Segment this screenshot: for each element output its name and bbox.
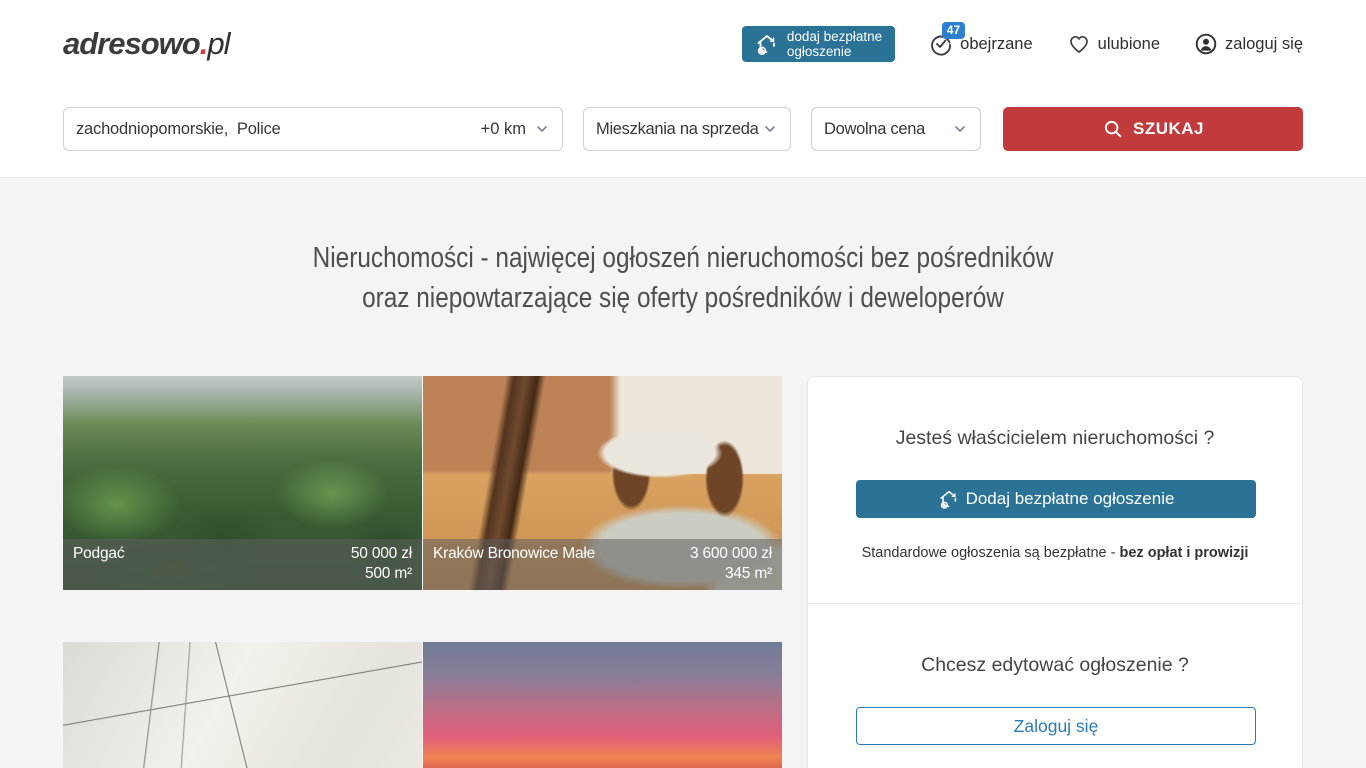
viewed-label: obejrzane — [960, 35, 1032, 54]
price-value: Dowolna cena — [824, 120, 925, 139]
listing-overlay: Kraków Bronowice Małe 3 600 000 zł 345 m… — [423, 539, 782, 590]
listing-location: Podgać — [73, 544, 124, 564]
header: adresowo.pl dodaj bezpłatne ogłoszenie — [0, 0, 1366, 88]
login-label: zaloguj się — [1225, 35, 1303, 54]
listing-card[interactable]: Łódź Widzew, ul... 750 000 zł — [423, 642, 782, 768]
search-submit-button[interactable]: SZUKAJ — [1003, 107, 1303, 151]
sidebar-add-listing-label: Dodaj bezpłatne ogłoszenie — [966, 489, 1175, 509]
site-logo[interactable]: adresowo.pl — [63, 26, 229, 62]
favorites-label: ulubione — [1098, 35, 1160, 54]
location-search-box: +0 km — [63, 107, 563, 151]
logo-main-text: adresowo — [63, 26, 200, 61]
page-title: Nieruchomości - najwięcej ogłoszeń nieru… — [109, 238, 1256, 318]
logo-tld-text: pl — [207, 26, 229, 61]
radius-value: +0 km — [481, 120, 526, 139]
nav-item-login[interactable]: zaloguj się — [1194, 32, 1303, 56]
nav-item-favorites[interactable]: ulubione — [1067, 32, 1160, 56]
content-row: Podgać 50 000 zł 500 m² Kraków Bronowice… — [63, 376, 1303, 768]
offer-type-select[interactable]: Mieszkania na sprzeda — [583, 107, 791, 151]
sidebar-add-listing-button[interactable]: Dodaj bezpłatne ogłoszenie — [856, 480, 1256, 518]
location-input[interactable] — [76, 120, 481, 139]
radius-select[interactable]: +0 km — [481, 120, 550, 139]
house-plus-icon — [755, 32, 779, 56]
price-select[interactable]: Dowolna cena — [811, 107, 981, 151]
listing-area: 345 m² — [433, 564, 772, 584]
owner-note: Standardowe ogłoszenia są bezpłatne - be… — [856, 545, 1254, 561]
sidebar-owner-section: Jesteś właścicielem nieruchomości ? Doda… — [808, 377, 1302, 603]
header-nav: dodaj bezpłatne ogłoszenie 47 obejrzane … — [742, 26, 1303, 62]
listing-area: 500 m² — [73, 564, 412, 584]
chevron-down-icon — [762, 121, 778, 137]
chevron-down-icon — [952, 121, 968, 137]
offer-type-value: Mieszkania na sprzeda — [596, 120, 758, 139]
heart-icon — [1067, 32, 1091, 56]
add-listing-button[interactable]: dodaj bezpłatne ogłoszenie — [742, 26, 895, 62]
listing-card[interactable]: Strompieszka 350 000 zł — [63, 642, 422, 768]
magnifier-icon — [1102, 118, 1124, 140]
listing-card[interactable]: Podgać 50 000 zł 500 m² — [63, 376, 422, 590]
listing-overlay: Podgać 50 000 zł 500 m² — [63, 539, 422, 590]
house-plus-icon — [938, 488, 960, 510]
listing-price: 50 000 zł — [351, 544, 412, 564]
search-submit-label: SZUKAJ — [1133, 119, 1204, 139]
owner-heading: Jesteś właścicielem nieruchomości ? — [856, 427, 1254, 450]
nav-item-viewed[interactable]: 47 obejrzane — [929, 32, 1032, 56]
sidebar-edit-section: Chcesz edytować ogłoszenie ? Zaloguj się… — [808, 603, 1302, 768]
viewed-count-badge: 47 — [942, 22, 965, 39]
listing-price: 3 600 000 zł — [690, 544, 772, 564]
edit-heading: Chcesz edytować ogłoszenie ? — [856, 654, 1254, 677]
listing-card[interactable]: Kraków Bronowice Małe 3 600 000 zł 345 m… — [423, 376, 782, 590]
listing-location: Kraków Bronowice Małe — [433, 544, 595, 564]
circle-check-icon: 47 — [929, 32, 953, 56]
search-section: +0 km Mieszkania na sprzeda Dowolna cena… — [0, 88, 1366, 178]
sidebar-login-button[interactable]: Zaloguj się — [856, 707, 1256, 745]
person-circle-icon — [1194, 32, 1218, 56]
add-listing-button-label: dodaj bezpłatne ogłoszenie — [787, 29, 882, 59]
listings-grid: Podgać 50 000 zł 500 m² Kraków Bronowice… — [63, 376, 782, 768]
chevron-down-icon — [534, 121, 550, 137]
sidebar-card: Jesteś właścicielem nieruchomości ? Doda… — [807, 376, 1303, 768]
